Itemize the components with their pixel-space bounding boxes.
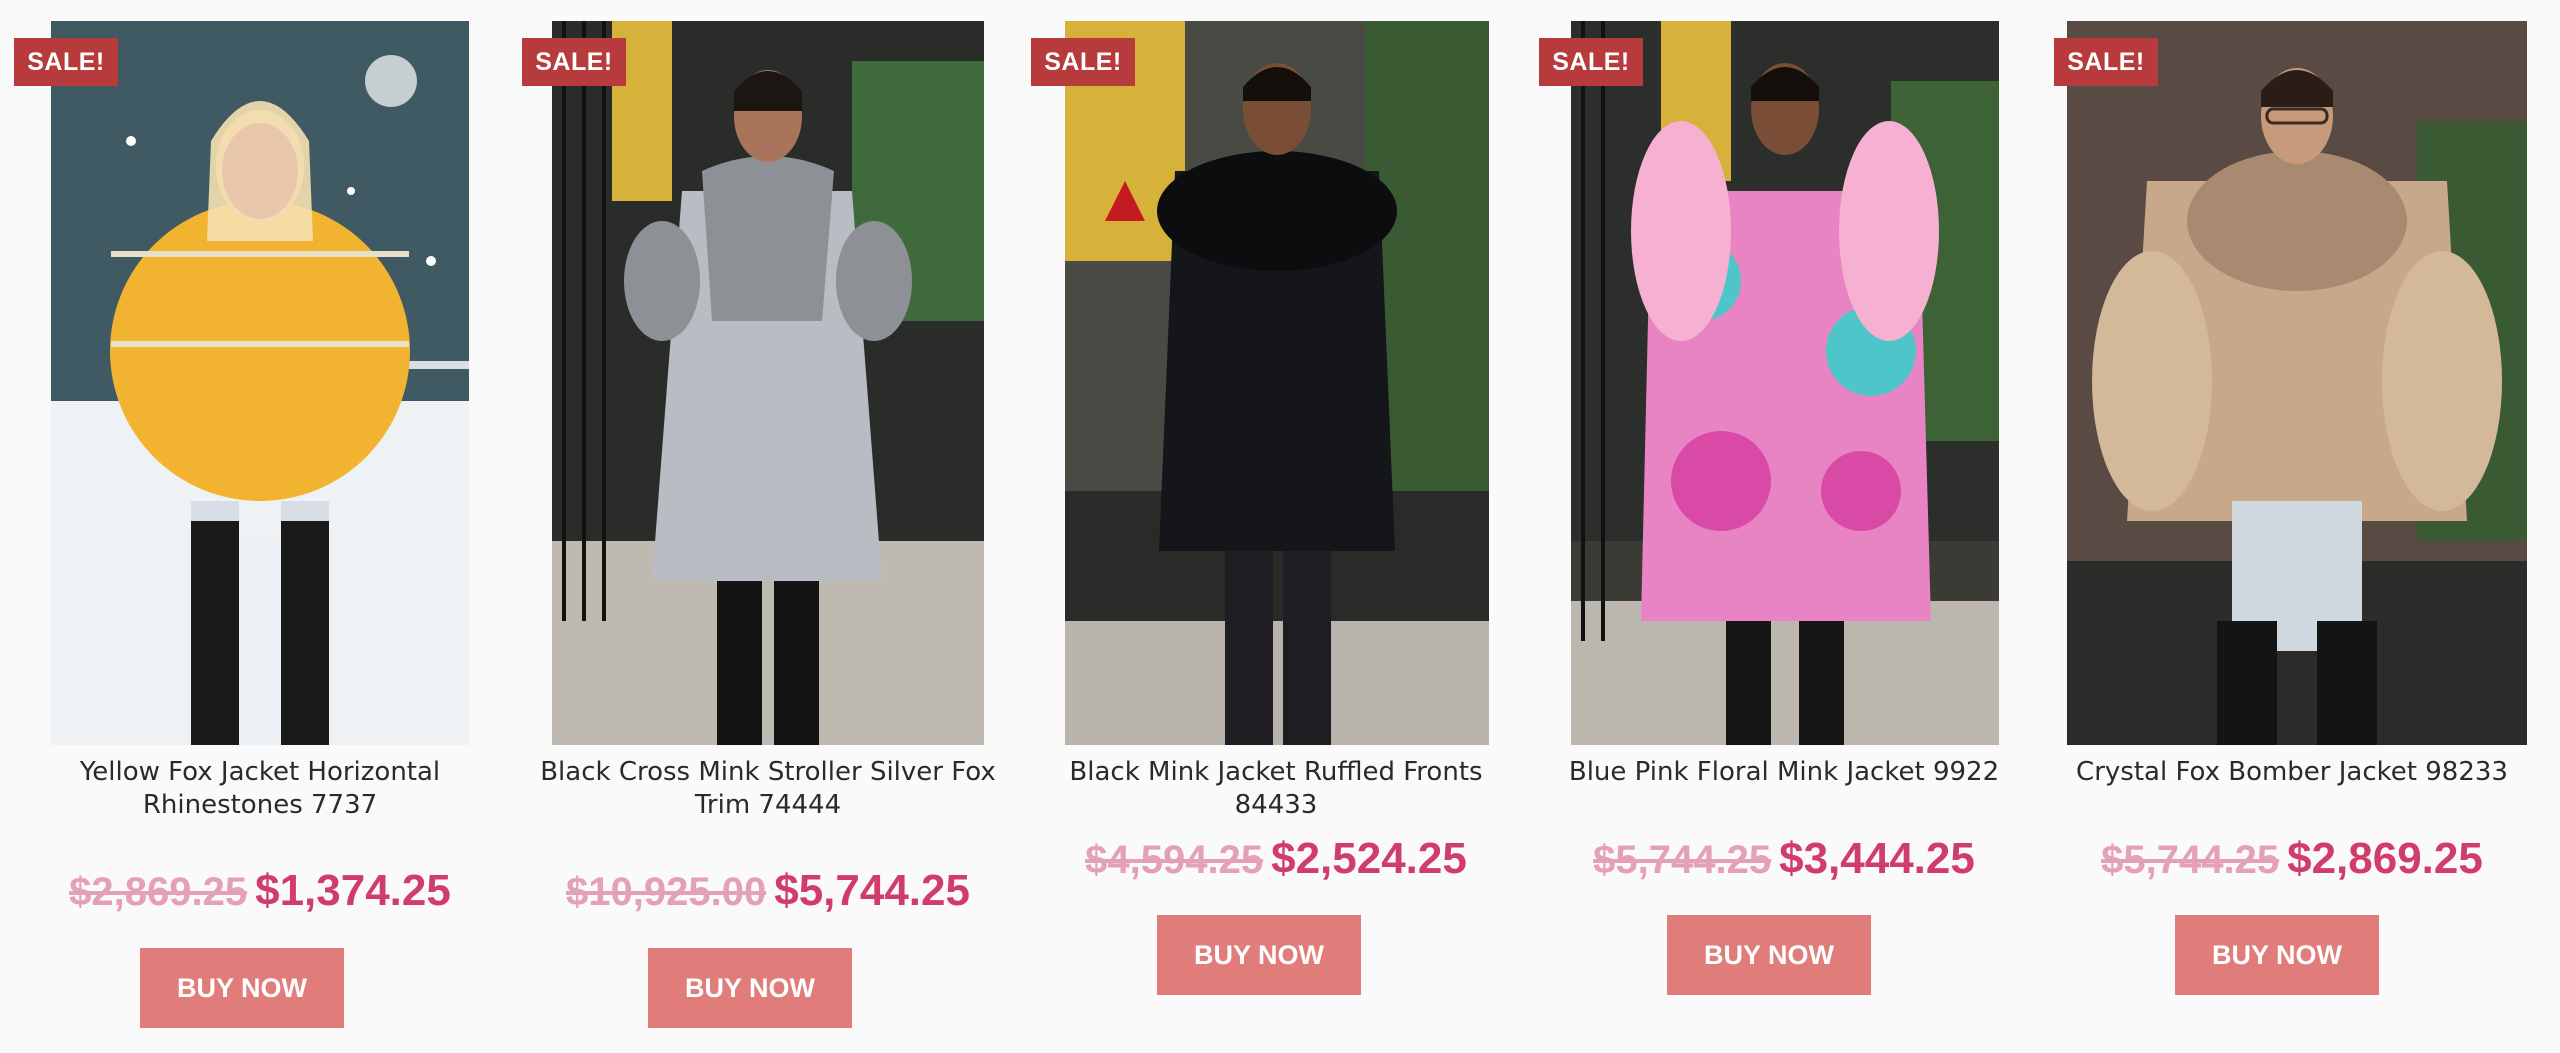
buy-now-button[interactable]: BUY NOW [1157, 915, 1361, 995]
buy-now-button[interactable]: BUY NOW [2175, 915, 2379, 995]
sale-badge: SALE! [1539, 38, 1643, 86]
price-row: $5,744.25 $2,869.25 [2042, 834, 2542, 884]
product-image[interactable] [51, 21, 469, 745]
sale-price: $2,524.25 [1271, 834, 1467, 883]
price-row: $2,869.25 $1,374.25 [10, 866, 510, 916]
sale-badge: SALE! [2054, 38, 2158, 86]
price-row: $10,925.00 $5,744.25 [518, 866, 1018, 916]
original-price: $5,744.25 [1593, 838, 1772, 882]
product-card: SALE! Black Cross Mink Stroller Silver F… [518, 0, 1018, 1053]
original-price: $5,744.25 [2101, 838, 2280, 882]
sale-price: $5,744.25 [774, 866, 970, 915]
buy-now-button[interactable]: BUY NOW [648, 948, 852, 1028]
product-image[interactable] [1571, 21, 1999, 745]
sale-price: $2,869.25 [2287, 834, 2483, 883]
price-row: $5,744.25 $3,444.25 [1534, 834, 2034, 884]
product-card: SALE! Crystal Fox Bomber Jacket 98233 $5… [2042, 0, 2542, 1053]
sale-price: $1,374.25 [255, 866, 451, 915]
original-price: $2,869.25 [69, 870, 248, 914]
product-image[interactable] [2067, 21, 2527, 745]
product-title[interactable]: Black Mink Jacket Ruffled Fronts 84433 [1026, 756, 1526, 822]
product-card: SALE! Yellow Fox Jacket Horizontal Rhine… [10, 0, 510, 1053]
product-card: SALE! Blue Pink Floral Mink Jacket 9922 … [1534, 0, 2034, 1053]
product-grid: SALE! Yellow Fox Jacket Horizontal Rhine… [0, 0, 2560, 1053]
sale-badge: SALE! [1031, 38, 1135, 86]
sale-price: $3,444.25 [1779, 834, 1975, 883]
product-title[interactable]: Crystal Fox Bomber Jacket 98233 [2042, 756, 2542, 789]
buy-now-button[interactable]: BUY NOW [1667, 915, 1871, 995]
product-image[interactable] [1065, 21, 1489, 745]
original-price: $4,594.25 [1085, 838, 1264, 882]
product-title[interactable]: Black Cross Mink Stroller Silver Fox Tri… [518, 756, 1018, 822]
product-image[interactable] [552, 21, 984, 745]
sale-badge: SALE! [14, 38, 118, 86]
product-title[interactable]: Blue Pink Floral Mink Jacket 9922 [1534, 756, 2034, 789]
product-title[interactable]: Yellow Fox Jacket Horizontal Rhinestones… [10, 756, 510, 822]
price-row: $4,594.25 $2,524.25 [1026, 834, 1526, 884]
product-card: SALE! Black Mink Jacket Ruffled Fronts 8… [1026, 0, 1526, 1053]
buy-now-button[interactable]: BUY NOW [140, 948, 344, 1028]
original-price: $10,925.00 [566, 870, 767, 914]
sale-badge: SALE! [522, 38, 626, 86]
